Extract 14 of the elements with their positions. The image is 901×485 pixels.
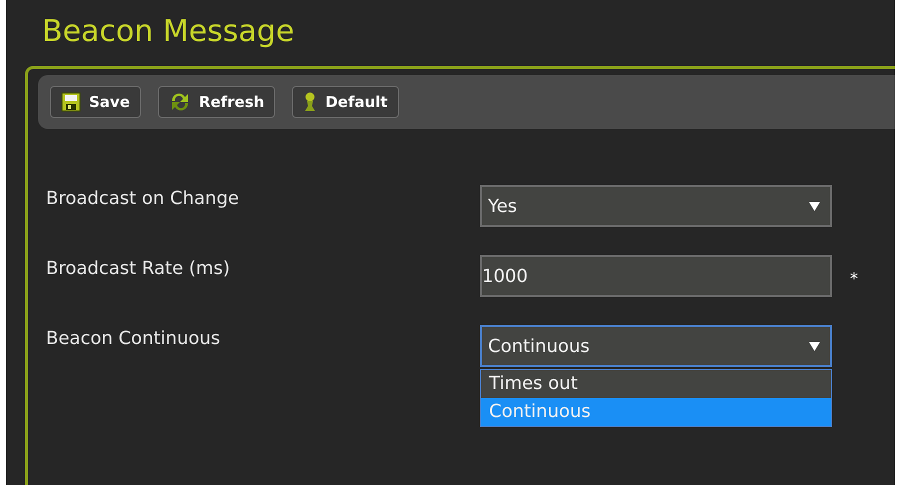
dropdown-field[interactable]: Continuous — [480, 325, 832, 367]
person-icon — [303, 92, 318, 112]
field-label: Broadcast on Change — [45, 187, 240, 211]
toolbar-button[interactable]: Save — [50, 86, 141, 118]
dropdown-arrow-icon — [809, 200, 820, 212]
dropdown-field[interactable]: Yes — [480, 185, 832, 227]
input-field[interactable]: 1000 — [480, 255, 832, 297]
required-mark: * — [850, 268, 858, 290]
dropdown-arrow-icon — [809, 340, 820, 352]
field-label: Beacon Continuous — [45, 327, 222, 351]
page-title: Beacon Message — [42, 14, 294, 49]
toolbar-button[interactable]: Default — [292, 86, 399, 118]
toolbar-button[interactable]: Refresh — [158, 86, 276, 118]
field-label: Broadcast Rate (ms) — [45, 257, 231, 281]
